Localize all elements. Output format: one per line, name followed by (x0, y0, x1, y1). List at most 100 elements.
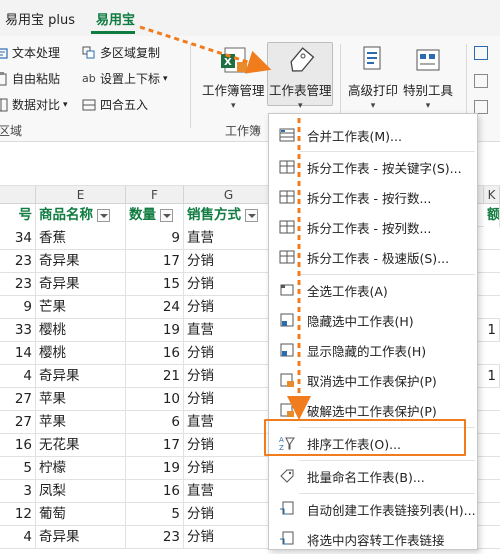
cell-sales-mode[interactable]: 直营 (184, 411, 274, 434)
worksheet-manage-button[interactable]: 工作表管理 ▾ (269, 44, 332, 111)
cell-sales-mode[interactable]: 分销 (184, 526, 274, 549)
cell-quantity[interactable]: 21 (126, 365, 184, 388)
link-convert-icon (279, 531, 295, 547)
header-quantity[interactable]: 数量 (126, 204, 184, 227)
cell-amount[interactable]: 1 (484, 365, 500, 388)
cell-id[interactable]: 12 (0, 503, 36, 526)
cell-quantity[interactable]: 9 (126, 227, 184, 250)
header-amount[interactable]: 额 (484, 204, 500, 227)
cell-quantity[interactable]: 23 (126, 526, 184, 549)
multi-area-copy-button[interactable]: 多区域复制 (82, 44, 160, 61)
cell-quantity[interactable]: 10 (126, 388, 184, 411)
menu-item-split-fast[interactable]: 拆分工作表 - 极速版(S)... (269, 242, 477, 272)
cell-amount[interactable]: 1 (484, 319, 500, 342)
workbook-excel-icon: X (217, 44, 249, 76)
menu-item-unprotect-sheets[interactable]: 取消选中工作表保护(P) (269, 365, 477, 395)
cell-product-name[interactable]: 奇异果 (36, 273, 126, 296)
cell-quantity[interactable]: 5 (126, 503, 184, 526)
header-id[interactable]: 号 (0, 204, 36, 227)
advanced-print-button[interactable]: 高级打印 ▾ (348, 44, 398, 111)
cell-product-name[interactable]: 奇异果 (36, 365, 126, 388)
cell-product-name[interactable]: 苹果 (36, 411, 126, 434)
tab-easyuse[interactable]: 易用宝 (96, 9, 135, 28)
tab-easyuse-plus[interactable]: 易用宝 plus (5, 9, 75, 28)
cell-quantity[interactable]: 24 (126, 296, 184, 319)
cell-id[interactable]: 16 (0, 434, 36, 457)
column-header-F[interactable]: F (126, 186, 184, 204)
cell-product-name[interactable]: 柠檬 (36, 457, 126, 480)
cell-sales-mode[interactable]: 直营 (184, 480, 274, 503)
cell-quantity[interactable]: 17 (126, 250, 184, 273)
round-button[interactable]: 四合五入 (82, 96, 148, 113)
menu-item-convert-to-links[interactable]: 将选中内容转工作表链接 (269, 524, 477, 554)
cell-sales-mode[interactable]: 分销 (184, 250, 274, 273)
workbook-manage-button[interactable]: X 工作簿管理 ▾ (202, 44, 265, 111)
cell-sales-mode[interactable]: 分销 (184, 457, 274, 480)
menu-item-batch-rename[interactable]: 批量命名工作表(B)... (269, 461, 477, 491)
column-header-G[interactable]: G (184, 186, 274, 204)
free-paste-button[interactable]: 自由粘贴 (0, 70, 60, 87)
cell-id[interactable]: 27 (0, 388, 36, 411)
cell-sales-mode[interactable]: 分销 (184, 503, 274, 526)
menu-item-select-all-sheets[interactable]: 全选工作表(A) (269, 275, 477, 305)
cell-product-name[interactable]: 芒果 (36, 296, 126, 319)
filter-dropdown-icon[interactable] (97, 208, 110, 222)
cell-product-name[interactable]: 凤梨 (36, 480, 126, 503)
cell-product-name[interactable]: 樱桃 (36, 342, 126, 365)
data-compare-button[interactable]: 数据对比 ▾ (0, 96, 68, 113)
cell-id[interactable]: 34 (0, 227, 36, 250)
cell-id[interactable]: 4 (0, 365, 36, 388)
cell-id[interactable]: 5 (0, 457, 36, 480)
cell-id[interactable]: 14 (0, 342, 36, 365)
cell-quantity[interactable]: 16 (126, 480, 184, 503)
cell-product-name[interactable]: 无花果 (36, 434, 126, 457)
menu-item-split-by-rows[interactable]: 拆分工作表 - 按行数... (269, 182, 477, 212)
cell-quantity[interactable]: 19 (126, 319, 184, 342)
filter-dropdown-icon[interactable] (245, 208, 258, 222)
special-tools-button[interactable]: 特别工具 ▾ (403, 44, 453, 111)
cell-sales-mode[interactable]: 分销 (184, 388, 274, 411)
cell-id[interactable]: 9 (0, 296, 36, 319)
cell-sales-mode[interactable]: 直营 (184, 227, 274, 250)
menu-item-show-hidden-sheets[interactable]: 显示隐藏的工作表(H) (269, 335, 477, 365)
cell-id[interactable]: 4 (0, 526, 36, 549)
menu-item-split-by-cols[interactable]: 拆分工作表 - 按列数... (269, 212, 477, 242)
cell-sales-mode[interactable]: 分销 (184, 342, 274, 365)
filter-dropdown-icon[interactable] (160, 208, 173, 222)
column-header-K[interactable]: K (484, 186, 500, 204)
cell-product-name[interactable]: 香蕉 (36, 227, 126, 250)
menu-item-merge-sheets[interactable]: 合并工作表(M)... (269, 120, 477, 150)
cell-id[interactable]: 23 (0, 250, 36, 273)
cell-quantity[interactable]: 15 (126, 273, 184, 296)
column-header-D[interactable] (0, 186, 36, 204)
cell-sales-mode[interactable]: 直营 (184, 319, 274, 342)
cell-product-name[interactable]: 苹果 (36, 388, 126, 411)
cell-quantity[interactable]: 16 (126, 342, 184, 365)
cell-sales-mode[interactable]: 分销 (184, 365, 274, 388)
cell-id[interactable]: 3 (0, 480, 36, 503)
cell-id[interactable]: 33 (0, 319, 36, 342)
menu-item-create-link-list[interactable]: 自动创建工作表链接列表(H)... (269, 494, 477, 524)
cell-product-name[interactable]: 奇异果 (36, 526, 126, 549)
menu-item-split-by-key[interactable]: 拆分工作表 - 按关键字(S)... (269, 152, 477, 182)
cell-sales-mode[interactable]: 分销 (184, 296, 274, 319)
cell-product-name[interactable]: 葡萄 (36, 503, 126, 526)
header-product-name[interactable]: 商品名称 (36, 204, 126, 227)
superscript-button[interactable]: ab 设置上下标 ▾ (82, 70, 168, 87)
menu-item-label: 拆分工作表 - 按列数... (307, 220, 432, 236)
cell-id[interactable]: 27 (0, 411, 36, 434)
cell-quantity[interactable]: 17 (126, 434, 184, 457)
split-rows-icon (279, 189, 295, 205)
cell-id[interactable]: 23 (0, 273, 36, 296)
cell-quantity[interactable]: 19 (126, 457, 184, 480)
column-header-E[interactable]: E (36, 186, 126, 204)
cell-product-name[interactable]: 樱桃 (36, 319, 126, 342)
text-process-button[interactable]: 文本处理 (0, 44, 60, 61)
header-sales-mode[interactable]: 销售方式 (184, 204, 274, 227)
cell-product-name[interactable]: 奇异果 (36, 250, 126, 273)
cell-sales-mode[interactable]: 分销 (184, 273, 274, 296)
select-all-icon (279, 282, 295, 298)
menu-item-hide-sheets[interactable]: 隐藏选中工作表(H) (269, 305, 477, 335)
cell-quantity[interactable]: 6 (126, 411, 184, 434)
cell-sales-mode[interactable]: 分销 (184, 434, 274, 457)
